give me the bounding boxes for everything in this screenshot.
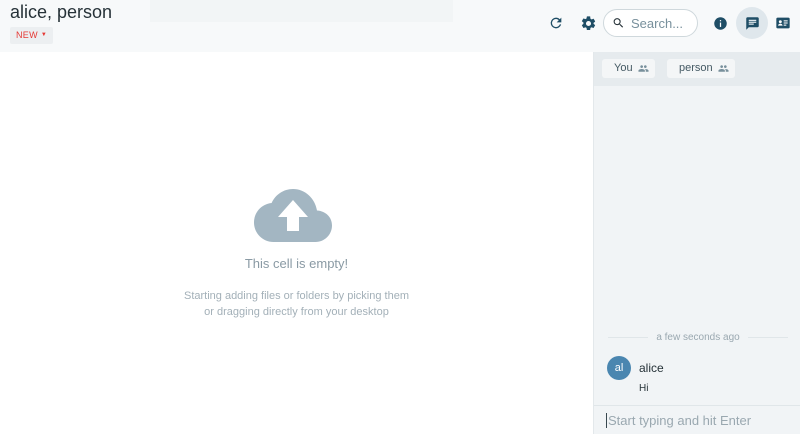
participant-label: person [679,62,713,74]
caret-down-icon: ▼ [40,32,48,38]
participant-label: You [614,62,633,74]
empty-state-hint: Starting adding files or folders by pick… [0,288,593,320]
contact-card-button[interactable] [771,11,795,35]
time-label: a few seconds ago [656,332,740,343]
chat-panel: You person a few seconds ago al alice Hi [593,52,800,434]
empty-hint-line-1: Starting adding files or folders by pick… [183,290,409,302]
cloud-upload-icon [254,189,332,242]
refresh-button[interactable] [544,11,568,35]
top-bar: alice, person NEW ▼ [0,0,800,52]
page-title: alice, person [10,2,113,22]
new-label: NEW [16,30,38,40]
message-input[interactable] [606,412,791,428]
divider [608,337,649,338]
avatar: al [607,356,631,380]
people-icon [638,65,649,72]
info-button[interactable] [708,11,732,35]
file-area[interactable]: This cell is empty! Starting adding file… [0,52,593,434]
gear-icon [581,15,595,30]
participants-bar: You person [594,52,800,86]
refresh-icon [550,17,562,29]
search-icon [613,18,624,28]
search-box[interactable] [603,9,698,37]
empty-hint-line-2: or dragging directly from your desktop [204,306,389,318]
settings-button[interactable] [576,11,600,35]
chat-icon [745,16,759,30]
contact-card-icon [776,17,790,29]
people-icon [718,65,729,72]
info-icon [713,16,727,30]
chat-toggle-button[interactable] [736,7,768,39]
participant-chip-person[interactable]: person [667,59,735,78]
search-input[interactable] [631,15,697,31]
message-composer [594,405,800,434]
divider [747,337,789,338]
faded-banner [150,0,453,22]
time-separator: a few seconds ago [608,332,789,343]
participant-chip-you[interactable]: You [602,59,655,78]
message-text: Hi [639,383,649,394]
message-author: alice [639,361,664,375]
new-button[interactable]: NEW ▼ [10,27,54,44]
empty-state-title: This cell is empty! [244,256,349,271]
